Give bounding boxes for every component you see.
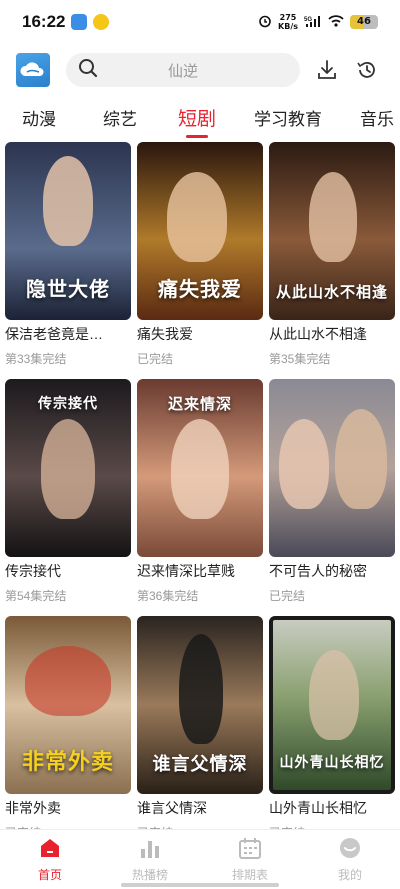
tab-short-drama[interactable]: 短剧: [178, 104, 216, 138]
drama-title: 谁言父情深: [137, 800, 207, 816]
drama-poster: 从此山水不相逢: [269, 142, 395, 320]
signal-icon: 5G: [304, 15, 322, 30]
drama-poster: 隐世大佬: [5, 142, 131, 320]
poster-title: 山外青山长相忆: [279, 755, 385, 771]
chart-icon: [138, 837, 162, 862]
notification-app-icon: [71, 14, 88, 30]
drama-card[interactable]: 迟来情深 迟来情深比草贱 第36集完结: [137, 379, 263, 604]
drama-episode-status: 第54集完结: [5, 589, 67, 603]
poster-title: 传宗接代: [38, 396, 98, 412]
tab-anime[interactable]: 动漫: [22, 105, 56, 130]
poster-title: 从此山水不相逢: [275, 283, 388, 301]
drama-card[interactable]: 从此山水不相逢 从此山水不相逢 第35集完结: [269, 142, 395, 367]
history-button[interactable]: [354, 57, 380, 83]
status-bar: 16:22 275 KB/s 5G 46: [0, 0, 400, 44]
drama-episode-status: 已完结: [269, 589, 306, 603]
drama-card[interactable]: 不可告人的秘密 已完结: [269, 379, 395, 604]
nav-profile[interactable]: 我的: [300, 830, 400, 889]
drama-title: 保洁老爸竟是…: [5, 326, 103, 342]
status-icons: 275 KB/s 5G 46: [258, 13, 378, 31]
home-icon: [38, 837, 62, 862]
tab-education[interactable]: 学习教育: [254, 105, 322, 130]
poster-title: 迟来情深: [167, 395, 232, 413]
drama-poster: 痛失我爱: [137, 142, 263, 320]
drama-title: 传宗接代: [5, 563, 61, 579]
drama-episode-status: 第35集完结: [269, 352, 331, 366]
drama-poster: 迟来情深: [137, 379, 263, 557]
nav-schedule-label: 排期表: [231, 867, 268, 882]
nav-hot-chart[interactable]: 热播榜: [100, 830, 200, 889]
search-input[interactable]: 仙逆: [66, 53, 300, 87]
poster-title: 非常外卖: [21, 749, 114, 775]
drama-poster: [269, 379, 395, 557]
drama-episode-status: 第36集完结: [137, 589, 199, 603]
drama-card[interactable]: 谁言父情深 谁言父情深 已完结: [137, 616, 263, 841]
nav-profile-label: 我的: [337, 867, 362, 882]
drama-episode-status: 第33集完结: [5, 352, 67, 366]
drama-title: 山外青山长相忆: [269, 800, 367, 816]
drama-poster: 非常外卖: [5, 616, 131, 794]
poster-title: 隐世大佬: [26, 277, 110, 301]
nav-home-label: 首页: [37, 867, 62, 882]
wifi-icon: [328, 14, 344, 30]
drama-episode-status: 已完结: [137, 352, 174, 366]
notification-app-icon-2: [93, 14, 110, 30]
status-time: 16:22: [22, 12, 66, 31]
drama-poster: 谁言父情深: [137, 616, 263, 794]
bottom-nav: 首页 热播榜 排期表 我的: [0, 829, 400, 889]
drama-card[interactable]: 传宗接代 传宗接代 第54集完结: [5, 379, 131, 604]
network-speed: 275 KB/s: [278, 13, 298, 31]
calendar-icon: [238, 837, 262, 862]
drama-title: 非常外卖: [5, 800, 61, 816]
app-header: 仙逆: [0, 50, 400, 90]
drama-card[interactable]: 隐世大佬 保洁老爸竟是… 第33集完结: [5, 142, 131, 367]
download-icon: [318, 60, 336, 79]
battery-indicator: 46: [350, 15, 378, 29]
search-placeholder: 仙逆: [167, 62, 198, 80]
drama-card[interactable]: 山外青山长相忆 山外青山长相忆 已完结: [269, 616, 395, 841]
nav-home[interactable]: 首页: [0, 830, 100, 889]
drama-title: 不可告人的秘密: [269, 563, 367, 579]
tab-variety[interactable]: 综艺: [103, 105, 137, 130]
drama-poster: 山外青山长相忆: [269, 616, 395, 794]
poster-title: 痛失我爱: [158, 277, 242, 301]
drama-card[interactable]: 非常外卖 非常外卖 已完结: [5, 616, 131, 841]
nav-schedule[interactable]: 排期表: [200, 830, 300, 889]
download-button[interactable]: [314, 57, 340, 83]
nav-hot-chart-label: 热播榜: [131, 867, 168, 882]
category-tabs: 动漫 综艺 短剧 学习教育 音乐: [0, 100, 400, 138]
system-home-indicator[interactable]: [121, 883, 279, 887]
drama-poster: 传宗接代: [5, 379, 131, 557]
app-logo[interactable]: [16, 53, 50, 87]
drama-title: 迟来情深比草贱: [137, 563, 235, 579]
tab-music[interactable]: 音乐: [360, 105, 394, 130]
poster-title: 谁言父情深: [152, 754, 248, 775]
profile-icon: [338, 837, 362, 862]
drama-title: 痛失我爱: [137, 326, 193, 342]
history-icon: [357, 62, 375, 78]
drama-card[interactable]: 痛失我爱 痛失我爱 已完结: [137, 142, 263, 367]
alarm-icon: [258, 14, 272, 31]
drama-title: 从此山水不相逢: [269, 326, 367, 342]
